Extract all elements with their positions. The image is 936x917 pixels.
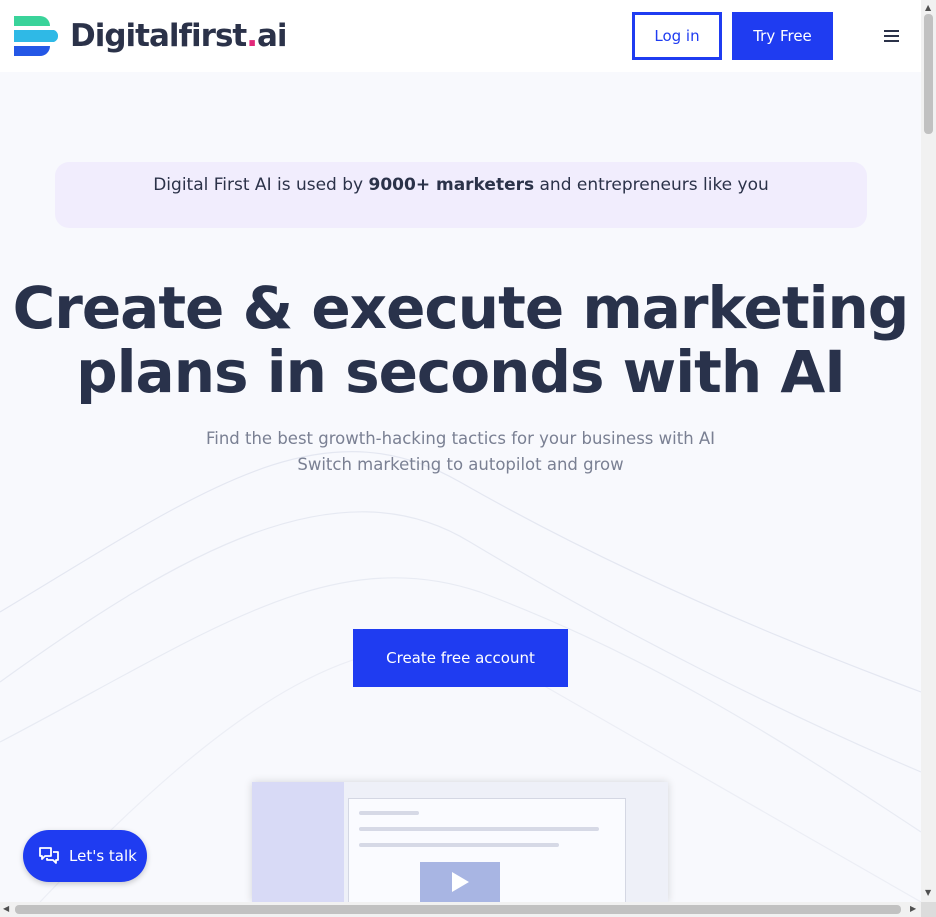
site-header: Digitalfirst.ai Log in Try Free bbox=[0, 0, 921, 72]
login-button[interactable]: Log in bbox=[632, 12, 722, 60]
product-video-preview[interactable] bbox=[252, 782, 668, 902]
vertical-scroll-thumb[interactable] bbox=[924, 14, 933, 134]
vertical-scrollbar[interactable]: ▲ ▼ bbox=[921, 0, 936, 902]
hero-subtitle: Find the best growth-hacking tactics for… bbox=[0, 426, 921, 478]
menu-bar bbox=[884, 30, 899, 32]
chat-bubbles-icon bbox=[39, 847, 59, 864]
logo-mark-icon bbox=[14, 16, 58, 56]
try-free-button[interactable]: Try Free bbox=[732, 12, 833, 60]
hamburger-menu-icon[interactable] bbox=[884, 30, 899, 42]
logo-wordmark: Digitalfirst.ai bbox=[70, 18, 288, 54]
logo-suffix: ai bbox=[257, 18, 288, 54]
logo-name: Digitalfirst bbox=[70, 18, 247, 54]
preview-line bbox=[359, 811, 419, 815]
create-account-button[interactable]: Create free account bbox=[353, 629, 568, 687]
banner-prefix: Digital First AI is used by bbox=[153, 175, 369, 195]
menu-bar bbox=[884, 40, 899, 42]
scroll-left-arrow-icon[interactable]: ◀ bbox=[3, 904, 9, 913]
scroll-down-arrow-icon[interactable]: ▼ bbox=[925, 888, 931, 897]
scroll-up-arrow-icon[interactable]: ▲ bbox=[925, 3, 931, 12]
horizontal-scroll-thumb[interactable] bbox=[15, 905, 901, 914]
page-viewport: Digitalfirst.ai Log in Try Free Digital … bbox=[0, 0, 921, 902]
banner-suffix: and entrepreneurs like you bbox=[534, 175, 769, 195]
hero-subtitle-line: Find the best growth-hacking tactics for… bbox=[205, 429, 716, 448]
chat-launcher-button[interactable]: Let's talk bbox=[23, 830, 147, 882]
hero-subtitle-line: Switch marketing to autopilot and grow bbox=[297, 455, 624, 474]
play-icon bbox=[452, 872, 469, 892]
preview-line bbox=[359, 827, 599, 831]
logo-dot: . bbox=[246, 18, 258, 54]
hero-title-line: Create & execute marketing bbox=[12, 274, 910, 342]
hero-title: Create & execute marketing plans in seco… bbox=[0, 276, 921, 404]
scrollbar-corner bbox=[921, 902, 936, 917]
menu-bar bbox=[884, 35, 899, 37]
preview-sidebar bbox=[252, 782, 344, 902]
horizontal-scrollbar[interactable]: ◀ ▶ bbox=[0, 902, 921, 917]
social-proof-banner: Digital First AI is used by 9000+ market… bbox=[55, 162, 867, 228]
chat-label: Let's talk bbox=[69, 847, 137, 865]
play-button[interactable] bbox=[420, 862, 500, 902]
hero-title-line: plans in seconds with AI bbox=[76, 338, 846, 406]
preview-line bbox=[359, 843, 559, 847]
logo[interactable]: Digitalfirst.ai bbox=[14, 14, 288, 58]
banner-highlight: 9000+ marketers bbox=[368, 175, 535, 195]
scroll-right-arrow-icon[interactable]: ▶ bbox=[910, 904, 916, 913]
